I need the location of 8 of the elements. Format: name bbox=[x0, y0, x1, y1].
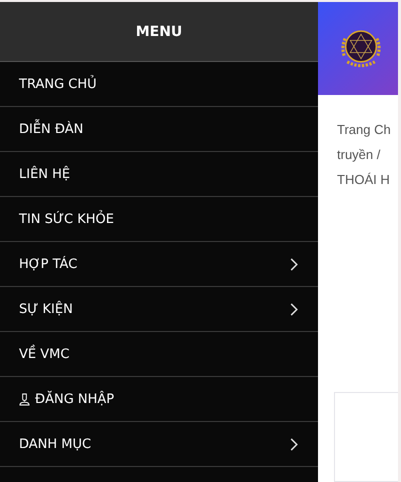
chevron-icon bbox=[290, 258, 298, 270]
breadcrumb-text: Trang Ch bbox=[337, 120, 391, 139]
chevron-icon bbox=[290, 302, 298, 316]
breadcrumb-text: THOÁI H bbox=[337, 170, 390, 189]
menu-title: MENU bbox=[136, 24, 182, 40]
user-icon bbox=[19, 392, 30, 406]
chevron-icon bbox=[290, 438, 298, 450]
breadcrumb-text: truyền / bbox=[337, 146, 380, 164]
